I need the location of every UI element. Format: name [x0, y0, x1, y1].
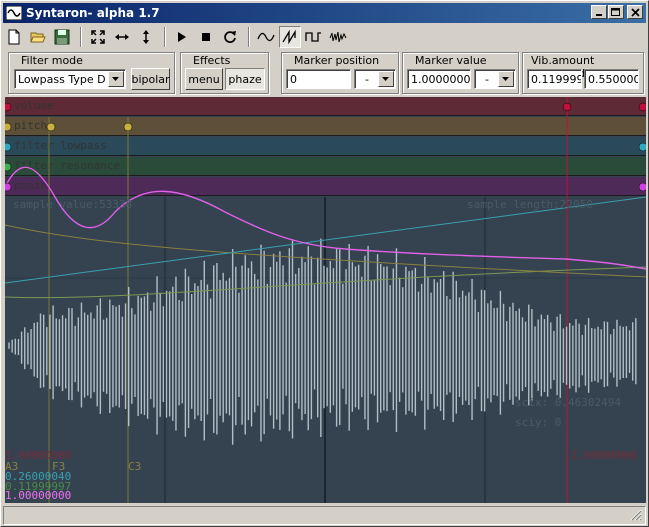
phaze-value-text: 1.00000000 — [5, 489, 72, 502]
zoom-horizontal-button[interactable] — [111, 26, 133, 48]
effects-group: Effects menu phaze — [180, 52, 269, 94]
chevron-down-icon — [502, 76, 509, 81]
control-point — [638, 102, 646, 112]
zoom-fit-icon — [91, 30, 105, 44]
new-button[interactable] — [3, 26, 25, 48]
wave-sine-button[interactable] — [255, 26, 277, 48]
control-point — [562, 102, 572, 112]
maximize-icon — [611, 7, 620, 16]
wave-noise-icon — [329, 31, 347, 43]
title-bar[interactable]: Syntaron- alpha 1.7 — [3, 3, 646, 23]
minimize-button[interactable] — [591, 5, 607, 19]
control-point — [638, 142, 646, 152]
control-point — [5, 162, 12, 172]
stop-button[interactable] — [195, 26, 217, 48]
phaze-button[interactable]: phaze — [225, 68, 265, 90]
control-point — [5, 182, 12, 192]
loop-button[interactable] — [219, 26, 241, 48]
marker-position-select[interactable]: - — [354, 69, 396, 89]
save-button[interactable] — [51, 26, 73, 48]
close-button[interactable] — [627, 5, 643, 19]
chevron-down-icon — [112, 76, 119, 81]
volume-value-right-text: 1.00000000 — [571, 449, 638, 462]
effects-title: Effects — [191, 54, 233, 67]
wave-square-icon — [305, 32, 321, 42]
loop-icon — [224, 31, 236, 43]
app-window: Syntaron- alpha 1.7 Filter mode Lowpass … — [0, 0, 649, 527]
wave-noise-button[interactable] — [327, 26, 349, 48]
maximize-button[interactable] — [608, 5, 624, 19]
coord-x-text: scix: 0.46302494 — [515, 396, 621, 409]
sample-value-text: sample value:53338 — [13, 198, 133, 211]
vib-speed-input[interactable]: 0.5500000 — [584, 69, 639, 89]
chevron-down-icon — [382, 76, 389, 81]
app-logo-icon — [6, 5, 22, 21]
toolbar-separator — [80, 27, 82, 47]
control-point — [5, 142, 12, 152]
filter-mode-select[interactable]: Lowpass Type D — [14, 69, 126, 89]
marker-position-input[interactable]: 0 — [286, 69, 351, 89]
close-icon — [630, 7, 640, 17]
status-bar — [3, 506, 646, 525]
control-point — [46, 122, 56, 132]
controls-panel: Filter mode Lowpass Type D bipolar Effec… — [5, 52, 646, 94]
open-folder-icon — [30, 32, 46, 43]
marker-value-select[interactable]: - — [474, 69, 516, 89]
filter-mode-value: Lowpass Type D — [18, 73, 106, 86]
filter-mode-title: Filter mode — [19, 54, 85, 67]
control-point — [5, 122, 12, 132]
zoom-horizontal-icon — [115, 34, 129, 40]
marker-value-option: - — [485, 73, 489, 86]
toolbar — [3, 25, 646, 49]
save-icon — [54, 29, 70, 45]
coord-y-text: sciy: 0 — [515, 416, 562, 429]
zoom-vertical-button[interactable] — [135, 26, 157, 48]
stop-icon — [202, 33, 210, 41]
dropdown-arrow-button[interactable] — [378, 71, 394, 87]
zoom-vertical-icon — [143, 30, 149, 44]
resize-grip-icon[interactable] — [630, 509, 642, 521]
control-point — [638, 182, 646, 192]
bipolar-button[interactable]: bipolar — [131, 68, 170, 90]
toolbar-separator — [248, 27, 250, 47]
marker-position-title: Marker position — [292, 54, 382, 67]
play-button[interactable] — [171, 26, 193, 48]
minimize-icon — [596, 14, 602, 16]
wave-sine-icon — [257, 32, 275, 42]
filter-mode-group: Filter mode Lowpass Type D bipolar — [8, 52, 175, 94]
marker-value-title: Marker value — [413, 54, 489, 67]
new-file-icon — [8, 29, 20, 45]
zoom-fit-button[interactable] — [87, 26, 109, 48]
effects-menu-button[interactable]: menu — [185, 68, 223, 90]
window-title: Syntaron- alpha 1.7 — [26, 6, 160, 20]
toolbar-separator — [164, 27, 166, 47]
open-button[interactable] — [27, 26, 49, 48]
marker-value-group: Marker value 1.00000000 - — [402, 52, 519, 94]
note-label-c3: C3 — [128, 460, 142, 473]
wave-saw-button[interactable] — [279, 26, 301, 48]
sample-length-text: sample length:22050 — [467, 198, 593, 211]
wave-square-button[interactable] — [303, 26, 325, 48]
marker-position-group: Marker position 0 - — [281, 52, 399, 94]
wave-saw-icon — [282, 29, 296, 45]
marker-position-option: - — [365, 73, 369, 86]
play-icon — [178, 32, 186, 42]
dropdown-arrow-button[interactable] — [498, 71, 514, 87]
control-point — [123, 122, 133, 132]
control-point — [5, 102, 12, 112]
dropdown-arrow-button[interactable] — [108, 71, 124, 87]
vibrato-group: Vib.amount Vib.speed 0.1199999 0.5500000 — [522, 52, 644, 94]
waveform-editor[interactable]: volume pitch filter lowpass filter reson… — [5, 97, 646, 503]
waveform-canvas[interactable] — [5, 97, 646, 503]
marker-value-input[interactable]: 1.00000000 — [407, 69, 471, 89]
vib-amount-input[interactable]: 0.1199999 — [527, 69, 582, 89]
